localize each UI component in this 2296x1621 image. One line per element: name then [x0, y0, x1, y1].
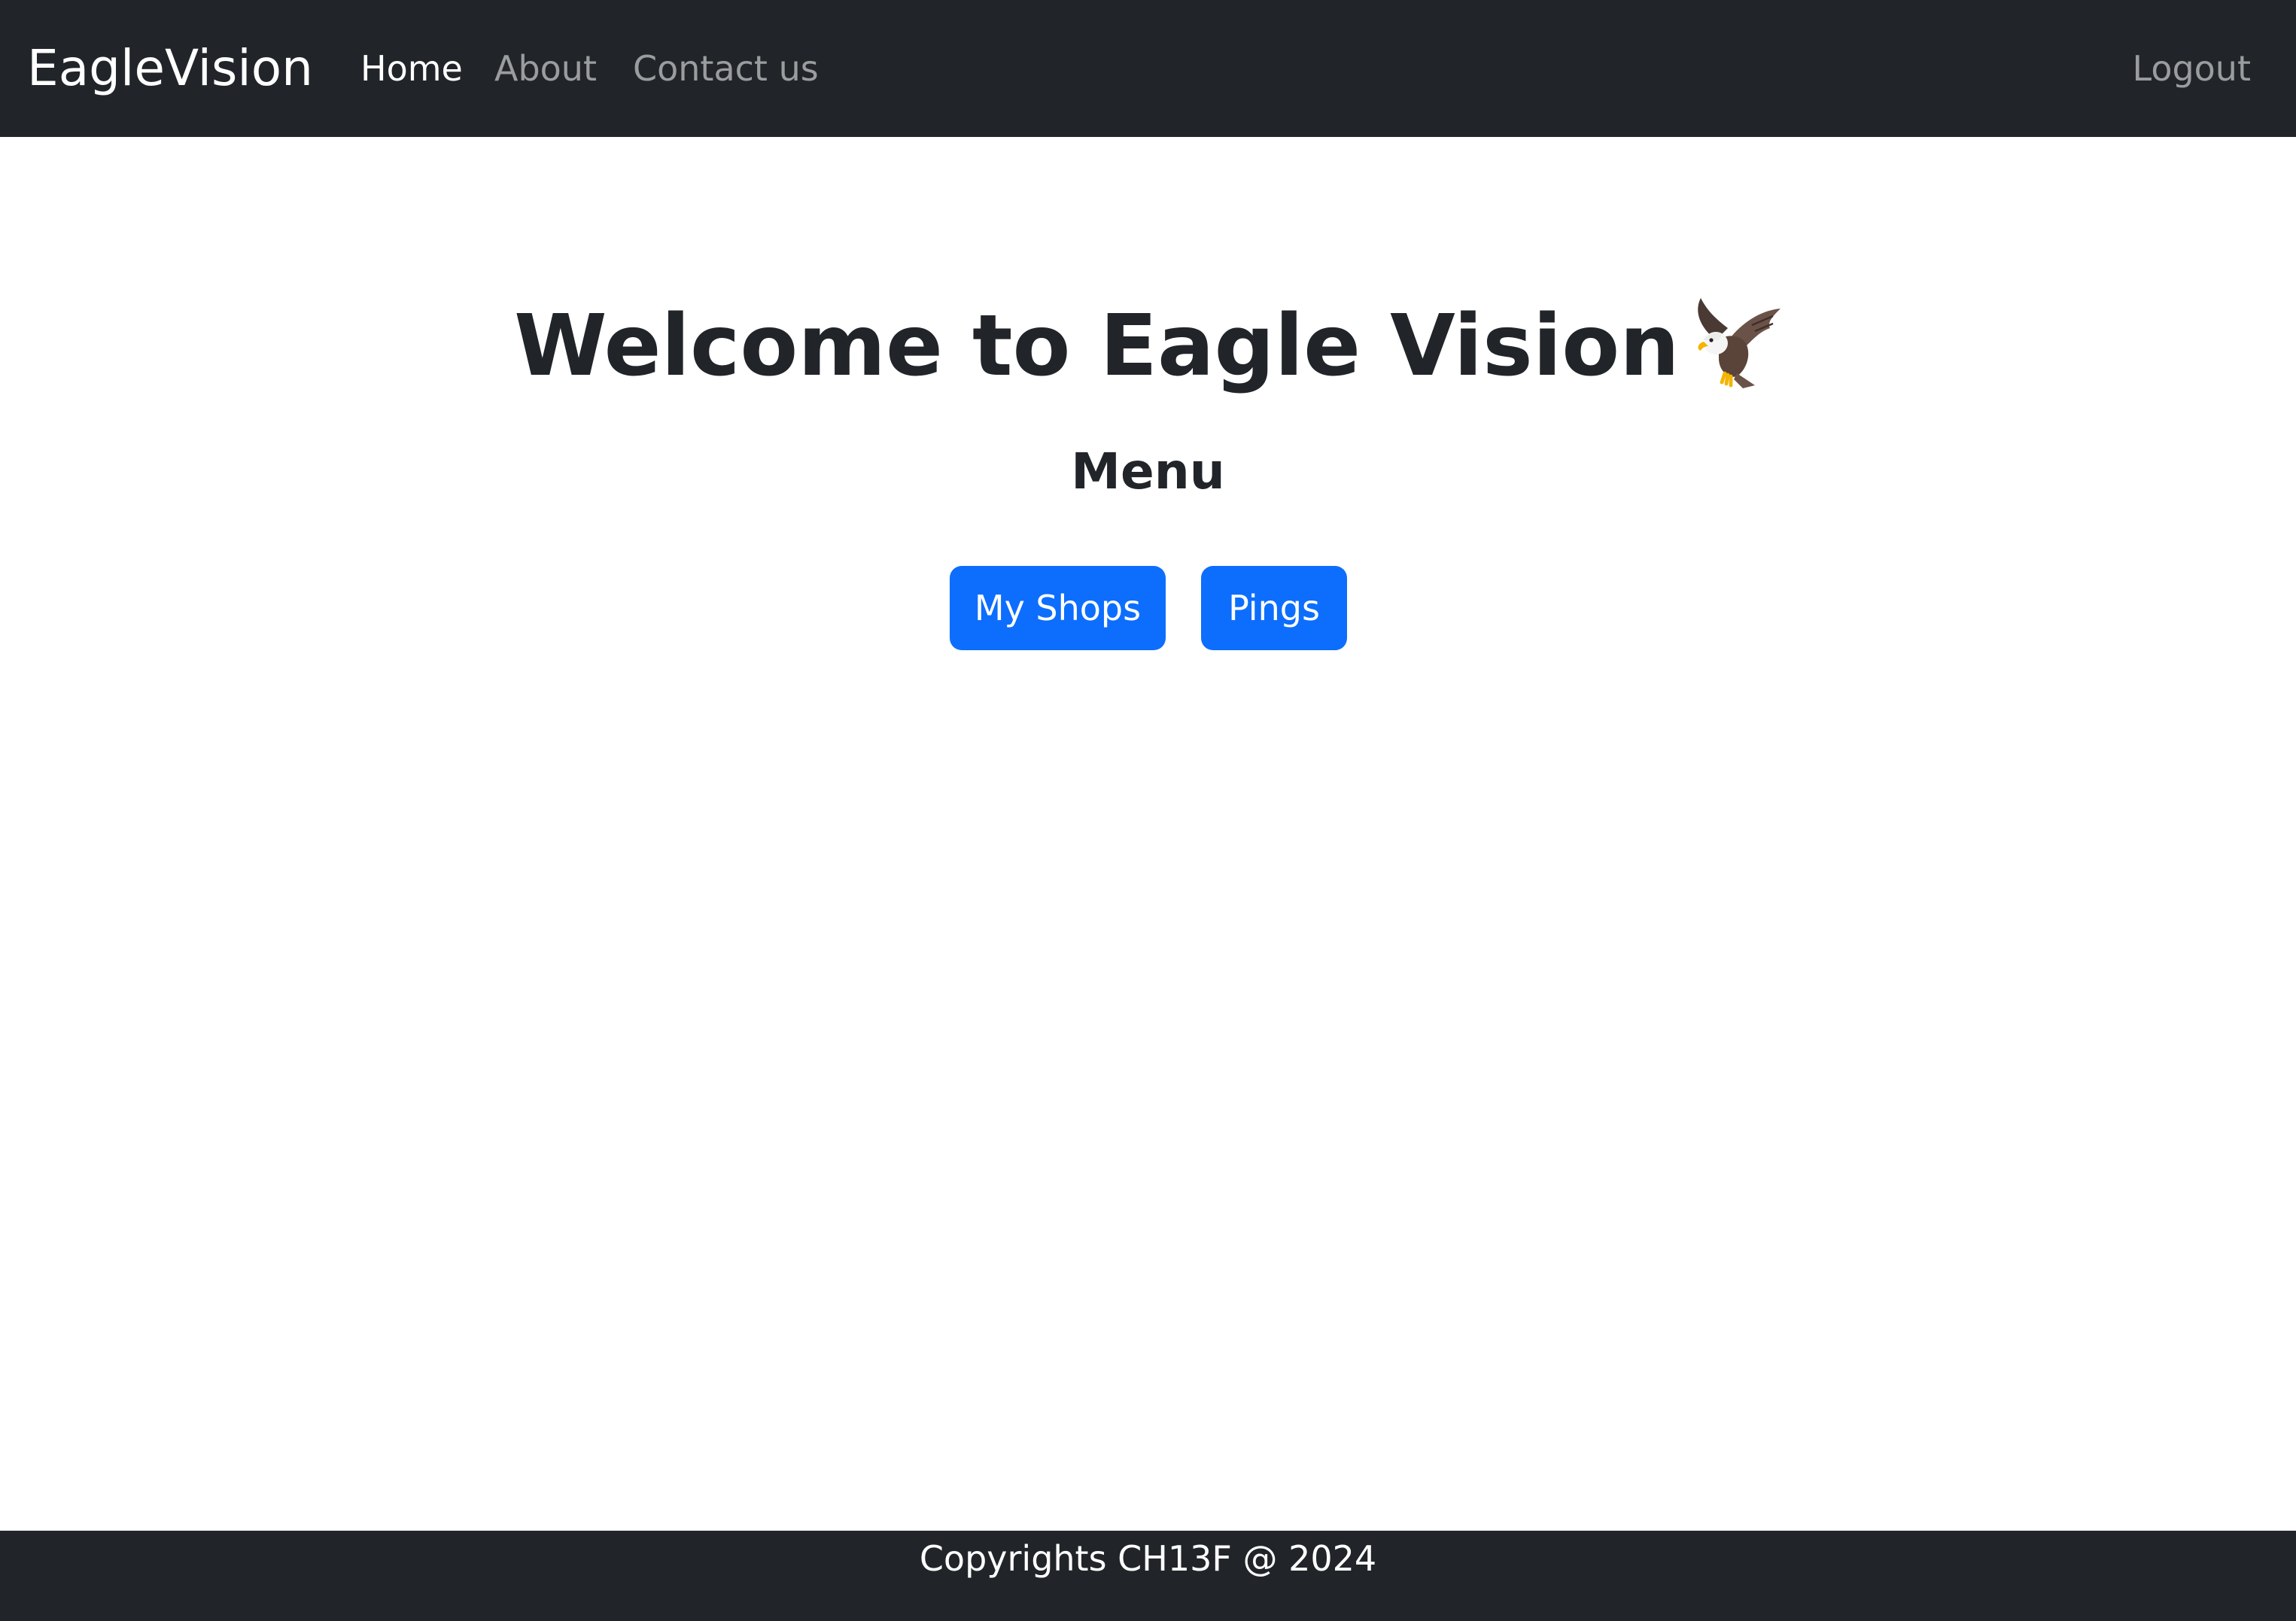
page-title: Welcome to Eagle Vision	[0, 286, 2296, 406]
eagle-icon	[1698, 298, 1781, 388]
brand-link[interactable]: EagleVision	[27, 0, 313, 137]
menu-heading: Menu	[1071, 443, 1225, 500]
my-shops-button[interactable]: My Shops	[950, 566, 1166, 650]
page-title-text: Welcome to Eagle Vision	[514, 297, 1680, 395]
footer-copyright: Copyrights CH13F @ 2024	[919, 1538, 1377, 1579]
nav-link-home[interactable]: Home	[360, 0, 463, 137]
nav-link-about[interactable]: About	[494, 0, 597, 137]
nav-link-contact[interactable]: Contact us	[633, 0, 819, 137]
main-content: Welcome to Eagle Vision Menu My Shops Pi…	[0, 137, 2296, 1531]
logout-link[interactable]: Logout	[2133, 0, 2252, 137]
footer: Copyrights CH13F @ 2024	[0, 1531, 2296, 1621]
pings-button[interactable]: Pings	[1201, 566, 1347, 650]
navbar: EagleVision Home About Contact us Logout	[0, 0, 2296, 137]
